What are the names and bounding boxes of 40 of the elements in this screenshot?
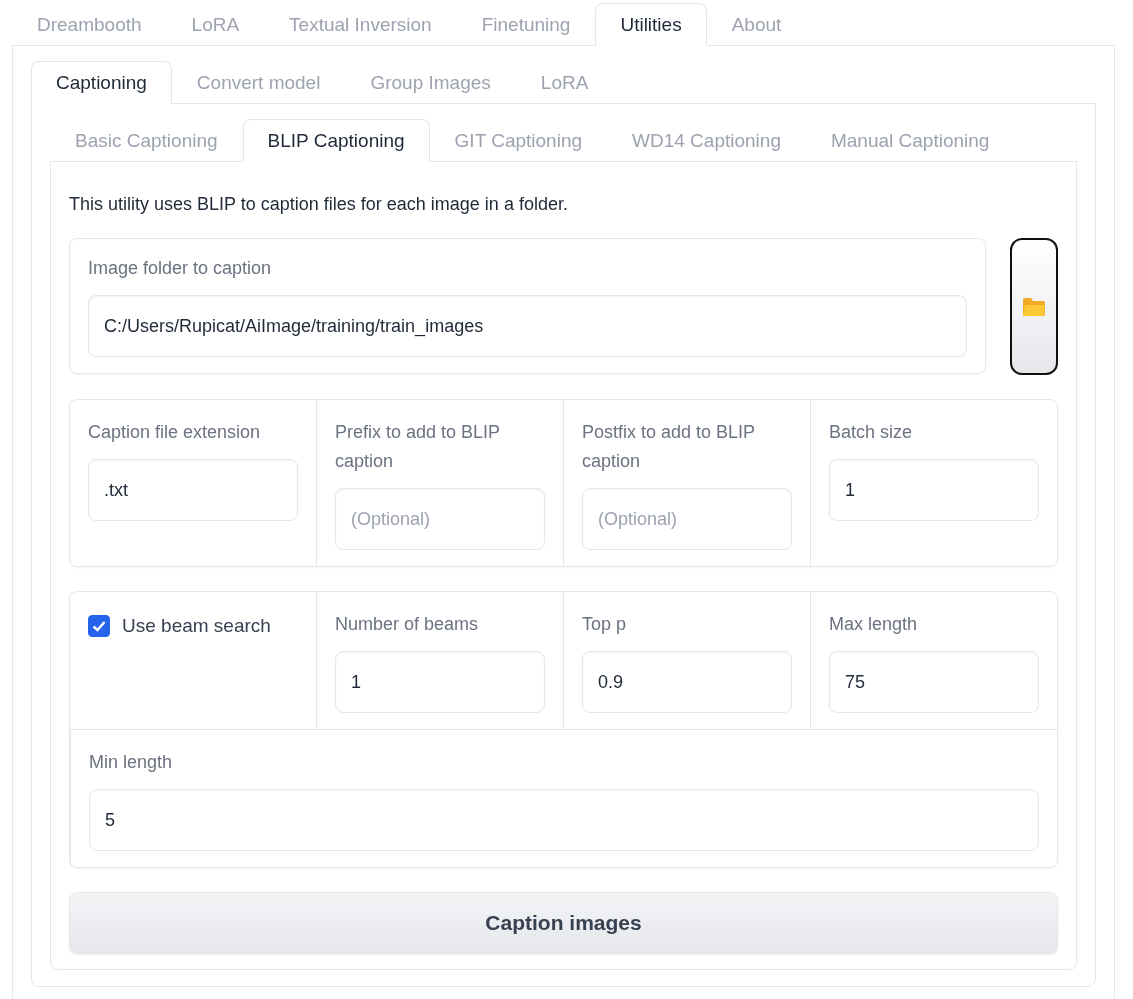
tab[interactable]: Manual Captioning bbox=[805, 119, 1015, 162]
tab[interactable]: Captioning bbox=[31, 61, 172, 104]
folder-button[interactable] bbox=[1010, 238, 1058, 375]
tab[interactable]: LoRA bbox=[515, 61, 614, 104]
field-label: Image folder to caption bbox=[88, 257, 273, 280]
tab[interactable]: Group Images bbox=[345, 61, 516, 104]
checkbox-label: Use beam search bbox=[122, 614, 271, 638]
tab[interactable]: GIT Captioning bbox=[429, 119, 608, 162]
input-field[interactable]: 1 bbox=[335, 651, 545, 713]
tab[interactable]: About bbox=[706, 3, 807, 46]
input-field[interactable]: 0.9 bbox=[582, 651, 792, 713]
input-field[interactable]: (Optional) bbox=[582, 488, 792, 550]
field-label: Min length bbox=[89, 751, 174, 774]
folder-icon bbox=[1022, 296, 1046, 317]
input-field[interactable]: C:/Users/Rupicat/AiImage/training/train_images bbox=[88, 295, 967, 357]
tab[interactable]: Convert model bbox=[171, 61, 346, 104]
tab[interactable]: Utilities bbox=[595, 3, 707, 46]
input-field[interactable]: 75 bbox=[829, 651, 1039, 713]
input-field[interactable]: (Optional) bbox=[335, 488, 545, 550]
field-label: Batch size bbox=[829, 421, 914, 444]
field-label: Postfix to add to BLIP caption bbox=[582, 421, 756, 473]
checkbox[interactable] bbox=[88, 615, 110, 638]
check-icon bbox=[92, 620, 106, 633]
field-label: Max length bbox=[829, 613, 919, 636]
description-text: This utility uses BLIP to caption files for each image in a folder. bbox=[69, 193, 569, 216]
input-field[interactable]: .txt bbox=[88, 459, 298, 521]
caption-images-button[interactable]: Caption images bbox=[69, 892, 1058, 954]
field-label: Number of beams bbox=[335, 613, 480, 636]
input-field[interactable]: 5 bbox=[89, 789, 1039, 851]
field-label: Prefix to add to BLIP caption bbox=[335, 421, 501, 473]
input-field[interactable]: 1 bbox=[829, 459, 1039, 521]
tab[interactable]: Finetuning bbox=[456, 3, 596, 46]
field-label: Top p bbox=[582, 613, 628, 636]
tab[interactable]: BLIP Captioning bbox=[242, 119, 430, 162]
tab[interactable]: Basic Captioning bbox=[50, 119, 243, 162]
field-label: Caption file extension bbox=[88, 421, 262, 444]
tab[interactable]: Textual Inversion bbox=[264, 3, 457, 46]
tab[interactable]: WD14 Captioning bbox=[607, 119, 806, 162]
tab[interactable]: LoRA bbox=[166, 3, 265, 46]
tab[interactable]: Dreambooth bbox=[12, 3, 167, 46]
